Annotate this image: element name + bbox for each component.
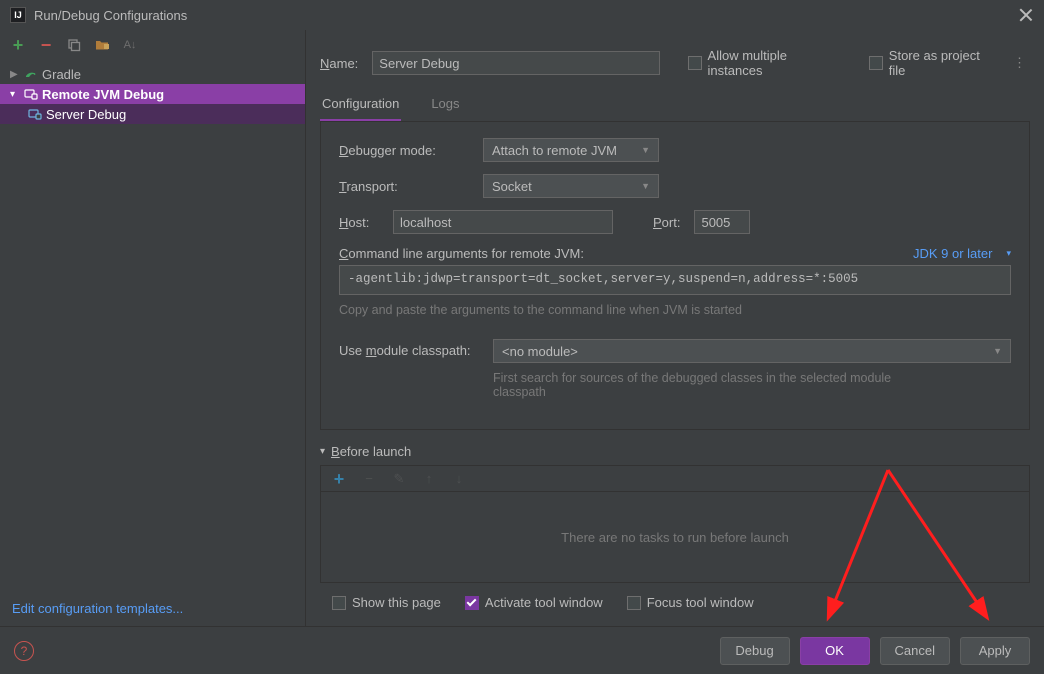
chevron-down-icon: ▼: [641, 145, 650, 155]
close-icon[interactable]: [1018, 7, 1034, 23]
transport-label: Transport:: [339, 179, 469, 194]
module-classpath-label: Use module classpath:: [339, 339, 479, 358]
tree-node-gradle[interactable]: ▶ Gradle: [0, 64, 305, 84]
name-input[interactable]: [372, 51, 660, 75]
store-as-file-checkbox[interactable]: Store as project file: [869, 48, 995, 78]
configuration-panel: Debugger mode: Attach to remote JVM ▼ Tr…: [320, 122, 1030, 430]
remote-jvm-icon: [28, 107, 42, 121]
collapse-icon: ▾: [10, 89, 20, 100]
apply-button[interactable]: Apply: [960, 637, 1030, 665]
remote-jvm-icon: [24, 87, 38, 101]
edit-task-icon: ✎: [391, 471, 407, 487]
before-launch-toolbar: + − ✎ ↑ ↓: [321, 466, 1029, 492]
port-label: Port:: [653, 215, 680, 230]
remove-task-icon: −: [361, 471, 377, 487]
cmdline-label: Command line arguments for remote JVM:: [339, 246, 584, 261]
jdk-link-label: JDK 9 or later: [913, 246, 992, 261]
tabs: Configuration Logs: [320, 90, 1030, 122]
titlebar: IJ Run/Debug Configurations: [0, 0, 1044, 30]
debugger-mode-dropdown[interactable]: Attach to remote JVM ▼: [483, 138, 659, 162]
focus-tool-window-checkbox[interactable]: Focus tool window: [627, 595, 754, 610]
checkbox-icon: [465, 596, 479, 610]
help-icon[interactable]: ?: [14, 641, 34, 661]
checkbox-icon: [688, 56, 701, 70]
chevron-down-icon: ▼: [993, 346, 1002, 356]
port-input[interactable]: [694, 210, 750, 234]
chevron-down-icon: ▾: [320, 446, 325, 457]
expand-icon: ▶: [10, 69, 20, 80]
tab-configuration[interactable]: Configuration: [320, 90, 401, 121]
checkbox-label: Activate tool window: [485, 595, 603, 610]
module-classpath-dropdown[interactable]: <no module> ▼: [493, 339, 1011, 363]
tree-label: Server Debug: [46, 107, 126, 122]
ok-button[interactable]: OK: [800, 637, 870, 665]
tree-label: Remote JVM Debug: [42, 87, 164, 102]
window-title: Run/Debug Configurations: [34, 8, 1018, 23]
move-down-icon: ↓: [451, 471, 467, 487]
cmdline-text[interactable]: -agentlib:jdwp=transport=dt_socket,serve…: [339, 265, 1011, 295]
move-up-icon: ↑: [421, 471, 437, 487]
checkbox-label: Allow multiple instances: [708, 48, 840, 78]
tree-toolbar: + − A↓: [0, 30, 305, 60]
checkbox-label: Store as project file: [889, 48, 995, 78]
checkbox-label: Focus tool window: [647, 595, 754, 610]
remove-icon[interactable]: −: [38, 37, 54, 53]
dropdown-value: Socket: [492, 179, 532, 194]
cancel-button[interactable]: Cancel: [880, 637, 950, 665]
config-tree: ▶ Gradle ▾ Remote JVM Debug Server Debug: [0, 60, 305, 591]
name-label: Name:: [320, 56, 358, 71]
before-launch-panel: + − ✎ ↑ ↓ There are no tasks to run befo…: [320, 465, 1030, 583]
checkbox-icon: [332, 596, 346, 610]
edit-templates-link[interactable]: Edit configuration templates...: [0, 591, 305, 626]
sort-icon[interactable]: A↓: [122, 37, 138, 53]
debug-button[interactable]: Debug: [720, 637, 790, 665]
checkbox-label: Show this page: [352, 595, 441, 610]
dialog-footer: ? Debug OK Cancel Apply: [0, 626, 1044, 674]
cmdline-hint: Copy and paste the arguments to the comm…: [339, 303, 1011, 317]
chevron-down-icon: ▾: [1006, 248, 1011, 259]
app-icon: IJ: [10, 7, 26, 23]
transport-dropdown[interactable]: Socket ▼: [483, 174, 659, 198]
save-template-icon[interactable]: [94, 37, 110, 53]
activate-tool-window-checkbox[interactable]: Activate tool window: [465, 595, 603, 610]
tree-node-remote-jvm[interactable]: ▾ Remote JVM Debug: [0, 84, 305, 104]
debugger-mode-label: Debugger mode:: [339, 143, 469, 158]
allow-multiple-checkbox[interactable]: Allow multiple instances: [688, 48, 839, 78]
before-launch-header[interactable]: ▾ Before launch: [320, 444, 1030, 459]
jdk-version-dropdown[interactable]: JDK 9 or later ▾: [913, 246, 1011, 261]
chevron-down-icon: ▼: [641, 181, 650, 191]
tree-node-server-debug[interactable]: Server Debug: [0, 104, 305, 124]
module-hint: First search for sources of the debugged…: [493, 371, 913, 399]
dropdown-value: Attach to remote JVM: [492, 143, 617, 158]
before-launch-empty: There are no tasks to run before launch: [321, 492, 1029, 582]
tree-label: Gradle: [42, 67, 81, 82]
more-icon[interactable]: ⋮: [1009, 55, 1030, 71]
add-task-icon[interactable]: +: [331, 471, 347, 487]
add-icon[interactable]: +: [10, 37, 26, 53]
copy-icon[interactable]: [66, 37, 82, 53]
gradle-icon: [24, 67, 38, 81]
checkbox-icon: [869, 56, 882, 70]
host-label: Host:: [339, 215, 379, 230]
dropdown-value: <no module>: [502, 344, 578, 359]
show-this-page-checkbox[interactable]: Show this page: [332, 595, 441, 610]
checkbox-icon: [627, 596, 641, 610]
tab-logs[interactable]: Logs: [429, 90, 461, 121]
host-input[interactable]: [393, 210, 613, 234]
